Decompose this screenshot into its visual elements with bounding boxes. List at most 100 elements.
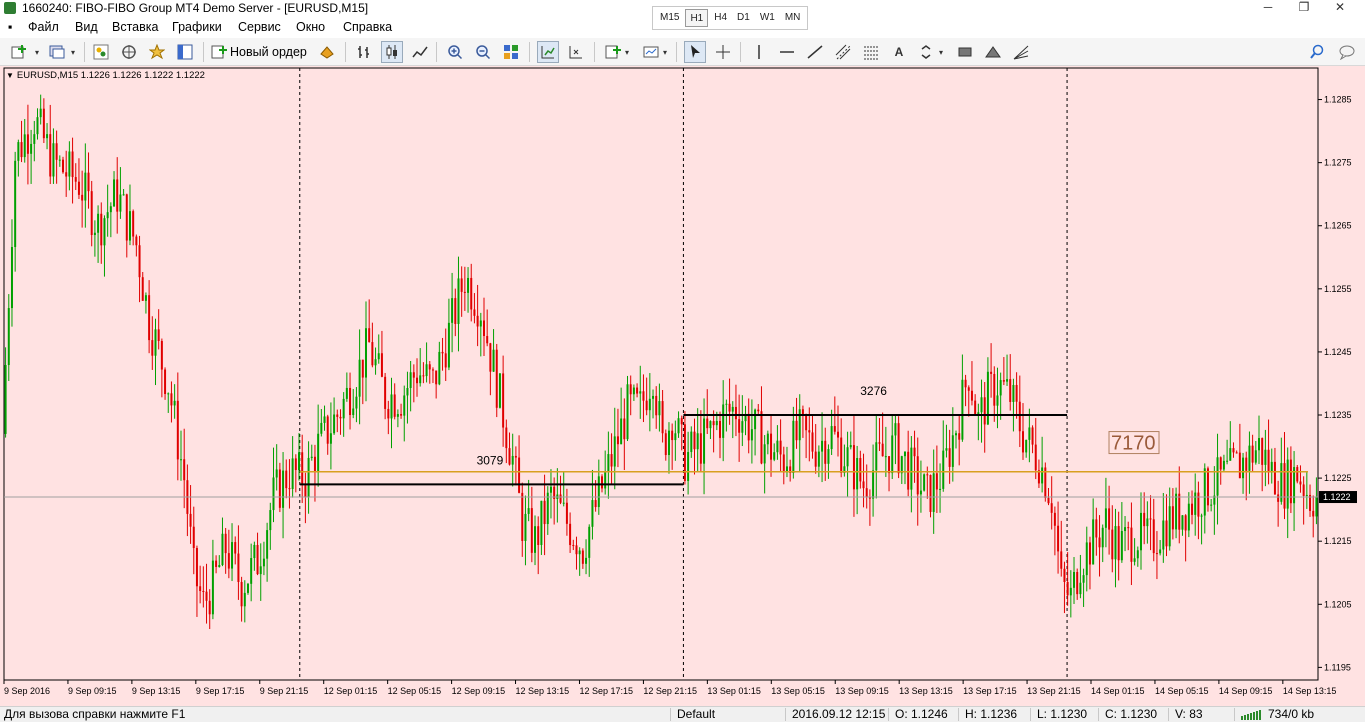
- candle-body: [600, 476, 603, 489]
- candle-body: [747, 413, 750, 441]
- candle-body: [667, 430, 670, 456]
- candle-body: [36, 117, 39, 135]
- search-icon[interactable]: [1306, 41, 1328, 63]
- favorites-icon[interactable]: [146, 41, 168, 63]
- timeframe-d1[interactable]: D1: [733, 9, 754, 27]
- candle-body: [935, 473, 938, 490]
- candle-body: [291, 458, 294, 489]
- candle-body: [722, 404, 725, 438]
- indicators-icon[interactable]: [602, 41, 624, 63]
- candle-body: [231, 542, 234, 569]
- zoom-in-icon[interactable]: [444, 41, 466, 63]
- candle-body: [1073, 571, 1076, 588]
- horizontal-line-icon[interactable]: [776, 41, 798, 63]
- timeframe-h4[interactable]: H4: [710, 9, 731, 27]
- menu-help[interactable]: Справка: [343, 19, 392, 35]
- profiles-dropdown-icon[interactable]: ▾: [68, 41, 78, 63]
- x-tick-label: 12 Sep 21:15: [643, 686, 697, 696]
- equidistant-channel-icon[interactable]: [832, 41, 854, 63]
- candle-body: [821, 440, 824, 452]
- candle-body: [208, 600, 211, 615]
- x-tick-label: 12 Sep 13:15: [516, 686, 570, 696]
- candle-body: [942, 450, 945, 489]
- fibonacci-icon[interactable]: [860, 41, 882, 63]
- menu-charts[interactable]: Графики: [172, 19, 222, 35]
- candle-body: [1254, 450, 1257, 463]
- periods-dropdown-icon[interactable]: ▾: [660, 41, 670, 63]
- crosshair-icon[interactable]: [712, 41, 734, 63]
- candle-body: [792, 420, 795, 473]
- candle-body: [881, 443, 884, 457]
- candle-body: [505, 427, 508, 449]
- menu-file[interactable]: Файл: [28, 19, 59, 35]
- candle-body: [377, 353, 380, 360]
- candle-body: [444, 353, 447, 368]
- arrows-icon[interactable]: [916, 41, 938, 63]
- timeframe-h1[interactable]: H1: [685, 9, 709, 27]
- trendline-icon[interactable]: [804, 41, 826, 63]
- candle-body: [562, 502, 565, 504]
- candle-body: [1171, 506, 1174, 530]
- market-watch-icon[interactable]: [90, 41, 112, 63]
- collapse-triangle-icon[interactable]: ▼: [6, 71, 14, 80]
- terminal-icon[interactable]: [174, 41, 196, 63]
- vertical-line-icon[interactable]: [748, 41, 770, 63]
- periods-icon[interactable]: [640, 41, 662, 63]
- minimize-button[interactable]: ─: [1250, 0, 1286, 16]
- menu-tools[interactable]: Сервис: [238, 19, 281, 35]
- autotrading-icon[interactable]: [316, 41, 338, 63]
- candle-body: [396, 414, 399, 417]
- candle-body: [674, 433, 677, 441]
- indicators-dropdown-icon[interactable]: ▾: [622, 41, 632, 63]
- candle-body: [1063, 568, 1066, 582]
- candle-body: [205, 591, 208, 601]
- text-icon[interactable]: A: [888, 41, 910, 63]
- candle-body: [358, 359, 361, 397]
- new-chart-icon[interactable]: [8, 41, 30, 63]
- new-chart-dropdown-icon[interactable]: ▾: [32, 41, 42, 63]
- timeframe-m15[interactable]: M15: [656, 9, 683, 27]
- close-button[interactable]: ✕: [1322, 0, 1358, 16]
- navigator-icon[interactable]: [118, 41, 140, 63]
- tile-windows-icon[interactable]: [500, 41, 522, 63]
- candle-body: [591, 500, 594, 527]
- candle-body: [435, 370, 438, 385]
- candle-body: [301, 452, 304, 486]
- candle-body: [103, 218, 106, 246]
- fibo-fan-icon[interactable]: [1010, 41, 1032, 63]
- line-chart-icon[interactable]: [409, 41, 431, 63]
- candle-body: [14, 160, 17, 248]
- candle-body: [195, 548, 198, 587]
- candle-body: [71, 151, 74, 178]
- candlestick-icon[interactable]: [381, 41, 403, 63]
- menu-window[interactable]: Окно: [296, 19, 325, 35]
- candle-body: [428, 364, 431, 370]
- candle-body: [192, 526, 195, 549]
- menu-view[interactable]: Вид: [75, 19, 98, 35]
- timeframe-w1[interactable]: W1: [756, 9, 779, 27]
- price-chart[interactable]: 1.1285 1.1275 1.1265 1.1255 1.1245 1.1235 1.12…: [0, 66, 1365, 706]
- x-tick-label: 13 Sep 13:15: [899, 686, 953, 696]
- candle-body: [46, 134, 49, 139]
- candle-body: [55, 143, 58, 160]
- menu-insert[interactable]: Вставка: [112, 19, 158, 35]
- cursor-icon[interactable]: [684, 41, 706, 63]
- candle-body: [1235, 452, 1238, 454]
- candle-body: [1111, 529, 1114, 560]
- chat-icon[interactable]: [1336, 41, 1358, 63]
- chart-window[interactable]: 1.1285 1.1275 1.1265 1.1255 1.1245 1.1235 1.12…: [0, 66, 1365, 706]
- arrows-dropdown-icon[interactable]: ▾: [936, 41, 946, 63]
- status-high: H: 1.1236: [965, 707, 1018, 721]
- autoscroll-icon[interactable]: [565, 41, 587, 63]
- profiles-icon[interactable]: [46, 41, 68, 63]
- new-order-button[interactable]: Новый ордер: [211, 41, 307, 63]
- zoom-out-icon[interactable]: [472, 41, 494, 63]
- rectangle-icon[interactable]: [954, 41, 976, 63]
- restore-button[interactable]: ❐: [1286, 0, 1322, 16]
- bar-chart-icon[interactable]: [353, 41, 375, 63]
- chart-control-menu[interactable]: ▪: [8, 19, 18, 35]
- triangle-icon[interactable]: [982, 41, 1004, 63]
- timeframe-mn[interactable]: MN: [781, 9, 805, 27]
- candle-body: [320, 422, 323, 434]
- chart-shift-icon[interactable]: [537, 41, 559, 63]
